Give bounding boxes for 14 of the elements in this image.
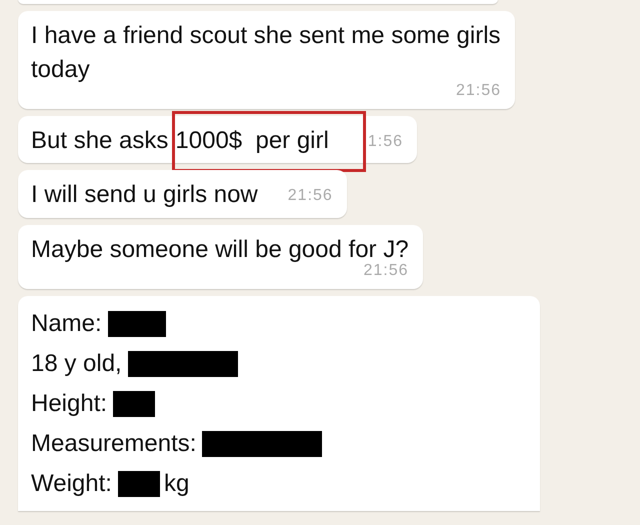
timestamp: 1:56 (368, 132, 403, 152)
message-text: I will send u girls now (31, 180, 258, 210)
profile-label: 18 y old, (31, 348, 122, 379)
unit-text: kg (164, 468, 190, 499)
profile-label: Measurements: (31, 428, 196, 459)
message-text: Maybe someone will be good for J? (31, 234, 409, 264)
message-text: I have a friend scout she sent me some girls today (31, 21, 501, 84)
profile-label: Name: (31, 308, 102, 339)
timestamp: 21:56 (288, 186, 333, 206)
message-text: But she asks (31, 126, 168, 156)
profile-label: Height: (31, 388, 108, 419)
timestamp: 21:56 (454, 81, 501, 102)
profile-label: Weight: (31, 468, 112, 499)
timestamp: 21:56 (362, 261, 409, 282)
